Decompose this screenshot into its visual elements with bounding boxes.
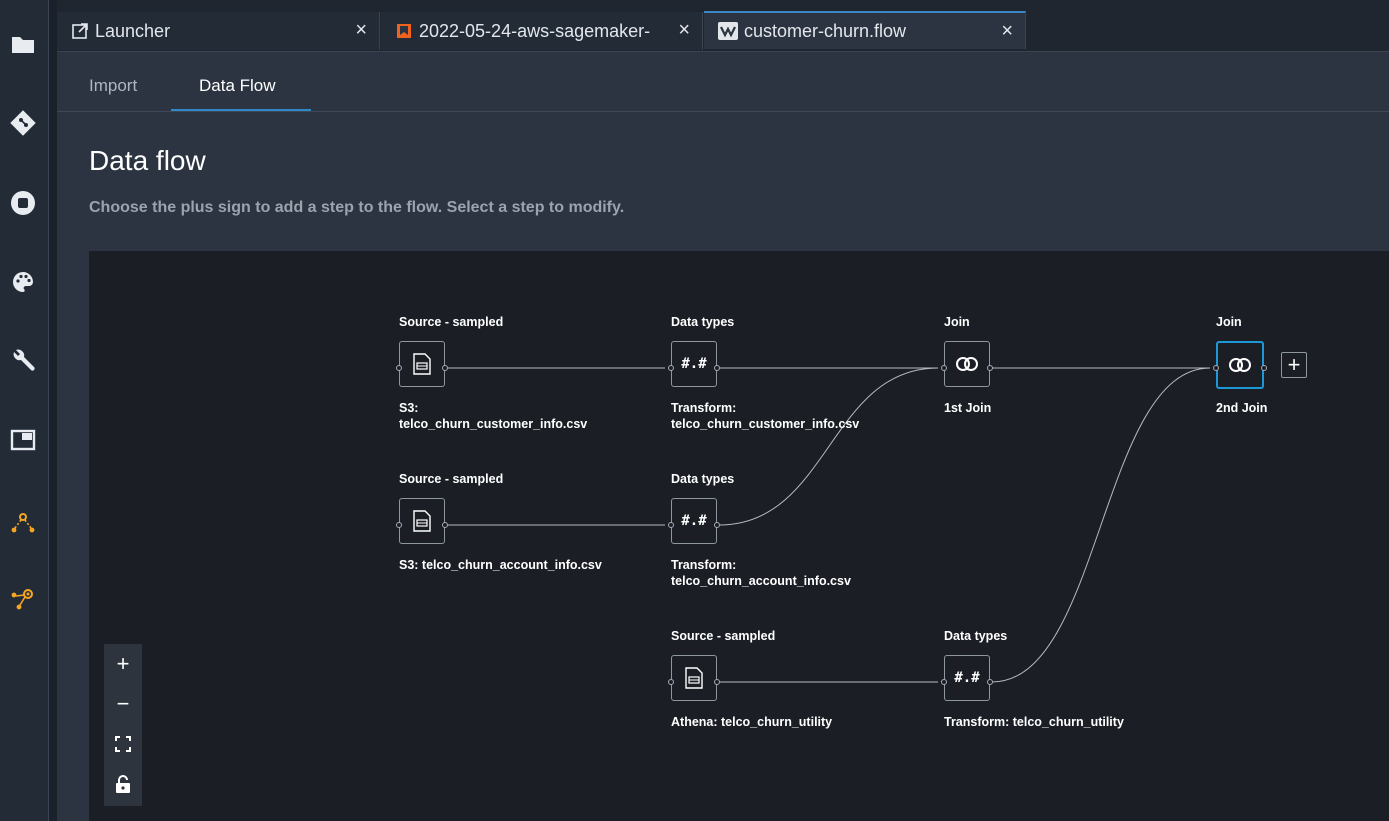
stop-circle-icon[interactable] xyxy=(8,188,38,218)
tab-label: 2022-05-24-aws-sagemaker- xyxy=(419,20,651,41)
palette-icon[interactable] xyxy=(8,267,38,297)
input-port[interactable] xyxy=(668,679,674,685)
input-port[interactable] xyxy=(1213,365,1219,371)
graph-nodes-icon[interactable] xyxy=(8,508,38,538)
datatypes-node-customer-info[interactable]: #.# xyxy=(671,341,717,387)
zoom-controls: + − xyxy=(104,644,142,806)
node-label: 2nd Join xyxy=(1216,401,1268,415)
output-port[interactable] xyxy=(987,679,993,685)
pipeline-nodes-icon[interactable] xyxy=(8,584,38,614)
join-node-1st[interactable] xyxy=(944,341,990,387)
output-port[interactable] xyxy=(987,365,993,371)
git-icon[interactable] xyxy=(8,108,38,138)
tab-data-flow[interactable]: Data Flow xyxy=(199,76,276,96)
input-port[interactable] xyxy=(668,522,674,528)
node-label: Transform: telco_churn_customer_info.csv xyxy=(671,400,859,432)
source-node-customer-info[interactable] xyxy=(399,341,445,387)
node-header: Data types xyxy=(671,315,735,329)
data-types-icon: #.# xyxy=(681,356,707,372)
join-node-2nd[interactable] xyxy=(1216,341,1264,389)
close-icon[interactable]: × xyxy=(1001,21,1013,41)
input-port[interactable] xyxy=(941,679,947,685)
zoom-in-button[interactable]: + xyxy=(104,644,142,684)
node-label: Transform: telco_churn_account_info.csv xyxy=(671,557,851,589)
fit-view-button[interactable] xyxy=(104,724,142,764)
node-label: 1st Join xyxy=(944,401,992,415)
node-label: S3: telco_churn_customer_info.csv xyxy=(399,400,587,432)
notebook-bookmark-icon xyxy=(395,22,413,40)
node-header: Data types xyxy=(944,629,1008,643)
edge-dt2-join1 xyxy=(718,367,939,526)
input-port[interactable] xyxy=(941,365,947,371)
tab-import[interactable]: Import xyxy=(89,76,137,96)
flow-edges xyxy=(446,367,1211,683)
fit-view-icon xyxy=(115,736,131,752)
file-icon xyxy=(685,667,703,689)
flow-panel: Import Data Flow Data flow Choose the pl… xyxy=(57,52,1389,821)
active-tab-indicator xyxy=(171,109,311,111)
output-port[interactable] xyxy=(714,365,720,371)
output-port[interactable] xyxy=(442,522,448,528)
input-port[interactable] xyxy=(668,365,674,371)
subtab-bar: Import Data Flow xyxy=(57,52,1389,112)
node-header: Source - sampled xyxy=(399,472,504,486)
output-port[interactable] xyxy=(714,679,720,685)
unlock-icon xyxy=(116,775,130,793)
node-label: S3: telco_churn_account_info.csv xyxy=(399,558,602,572)
node-label: Transform: telco_churn_utility xyxy=(944,715,1124,729)
edge-dt3-join2 xyxy=(991,367,1211,683)
wrench-icon[interactable] xyxy=(8,346,38,376)
node-header: Data types xyxy=(671,472,735,486)
datatypes-node-account-info[interactable]: #.# xyxy=(671,498,717,544)
lock-button[interactable] xyxy=(104,764,142,804)
node-label-line: Transform: telco_churn_customer_info.csv xyxy=(671,401,860,431)
source-node-account-info[interactable] xyxy=(399,498,445,544)
close-icon[interactable]: × xyxy=(355,20,367,40)
activity-bar xyxy=(0,0,49,821)
tab-notebook[interactable]: 2022-05-24-aws-sagemaker- × xyxy=(381,12,703,50)
external-launch-icon xyxy=(71,22,89,40)
tab-label: customer-churn.flow xyxy=(744,20,907,41)
node-label-line: S3: telco_churn_customer_info.csv xyxy=(399,401,588,431)
node-header: Source - sampled xyxy=(399,315,504,329)
datatypes-node-utility[interactable]: #.# xyxy=(944,655,990,701)
file-icon xyxy=(413,353,431,375)
node-label: Athena: telco_churn_utility xyxy=(671,715,833,729)
folder-icon[interactable] xyxy=(8,29,38,59)
page-subtitle: Choose the plus sign to add a step to th… xyxy=(89,199,625,216)
zoom-out-button[interactable]: − xyxy=(104,684,142,724)
tab-bar: Launcher × 2022-05-24-aws-sagemaker- × c… xyxy=(57,0,1389,52)
close-icon[interactable]: × xyxy=(678,20,690,40)
flow-canvas[interactable]: Source - sampled S3: telco_churn_custome… xyxy=(89,251,1389,821)
node-header: Join xyxy=(944,315,970,329)
output-port[interactable] xyxy=(1261,365,1267,371)
output-port[interactable] xyxy=(714,522,720,528)
window-icon[interactable] xyxy=(8,425,38,455)
add-step-button[interactable]: + xyxy=(1281,352,1307,378)
join-icon xyxy=(956,357,978,371)
sidebar-gutter xyxy=(49,0,57,821)
page-title: Data flow xyxy=(89,145,206,176)
source-node-utility[interactable] xyxy=(671,655,717,701)
file-icon xyxy=(413,510,431,532)
tab-label: Launcher xyxy=(95,20,171,41)
output-port[interactable] xyxy=(442,365,448,371)
data-types-icon: #.# xyxy=(954,670,980,686)
data-types-icon: #.# xyxy=(681,513,707,529)
data-wrangler-icon xyxy=(718,22,738,40)
input-port[interactable] xyxy=(396,522,402,528)
tab-launcher[interactable]: Launcher × xyxy=(57,12,380,50)
join-icon xyxy=(1229,358,1251,372)
node-header: Join xyxy=(1216,315,1242,329)
node-header: Source - sampled xyxy=(671,629,776,643)
node-label-line: Transform: telco_churn_account_info.csv xyxy=(671,558,851,588)
input-port[interactable] xyxy=(396,365,402,371)
tab-customer-churn-flow[interactable]: customer-churn.flow × xyxy=(704,11,1026,49)
